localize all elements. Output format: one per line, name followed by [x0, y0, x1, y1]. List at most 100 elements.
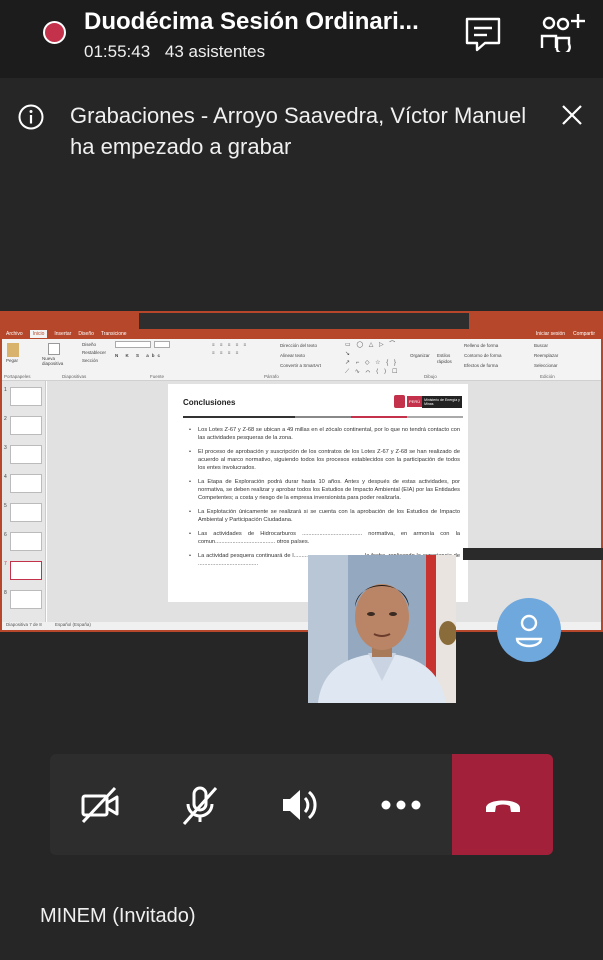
slide-bullet: La Explotación únicamente se realizará s… [188, 508, 460, 524]
ppt-share: Compartir [573, 331, 595, 337]
camera-off-icon [81, 786, 119, 823]
ppt-group-editing: Edición [540, 374, 555, 379]
attendee-count: 43 asistentes [164, 42, 266, 61]
ppt-quick-styles: Estilos rápidos [437, 353, 452, 364]
recording-banner: Grabaciones - Arroyo Saavedra, Víctor Ma… [0, 82, 603, 172]
ppt-group-paragraph: Párrafo [264, 374, 279, 379]
slide-bullets: Los Lotes Z-67 y Z-68 se ubican a 49 mil… [188, 426, 460, 574]
call-controls [50, 754, 553, 855]
thumb-number: 7 [4, 561, 7, 567]
ppt-ribbon-tabs: Archivo Inicio Insertar Diseño Transicio… [2, 329, 601, 339]
share-overlay [463, 548, 603, 560]
info-icon [18, 104, 44, 130]
speaker-icon [283, 789, 317, 820]
more-icon [381, 800, 421, 809]
ppt-group-slides: Diapositivas [62, 374, 87, 379]
ppt-paste: Pegar [6, 341, 19, 363]
meeting-info: 01:55:43 43 asistentes [84, 42, 275, 62]
ppt-tab-archivo: Archivo [6, 331, 23, 337]
mic-off-icon [182, 786, 218, 825]
meeting-title[interactable]: Duodécima Sesión Ordinari... [84, 8, 434, 36]
logo-ministry: Ministerio de Energía y Minas [422, 395, 463, 408]
ppt-text-group: Dirección del texto Alinear texto Conver… [280, 341, 321, 371]
speaker-button[interactable] [250, 754, 350, 855]
ppt-tab-transiciones: Transicione [100, 331, 127, 337]
camera-toggle-button[interactable] [50, 754, 150, 855]
add-people-icon[interactable] [538, 12, 586, 52]
participant-video[interactable] [308, 555, 456, 703]
slide-thumbnail [10, 503, 42, 522]
ppt-group-font: Fuente [150, 374, 165, 379]
ppt-slide-counter: Diapositiva 7 de 8 [6, 622, 42, 627]
thumb-number: 8 [4, 590, 7, 596]
slide-bullet: Los Lotes Z-67 y Z-68 se ubican a 49 mil… [188, 426, 460, 442]
ppt-tab-inicio: Inicio [29, 330, 48, 338]
ppt-editing-group: Buscar Reemplazar Seleccionar [534, 341, 558, 371]
ppt-shape-effects: Efectos de forma [464, 363, 499, 368]
ppt-new-slide-label: Nueva diapositiva [42, 356, 64, 366]
peru-shield-icon [394, 395, 405, 408]
self-participant-name: MINEM (Invitado) [40, 905, 196, 927]
ppt-paste-label: Pegar [6, 358, 19, 363]
ppt-select: Seleccionar [534, 363, 558, 368]
ppt-titlebar [2, 313, 601, 337]
ppt-shapes-gallery: ▭ ◯ △ ▷ ⌒ ↘ ↗ ⌐ ◇ ☆ { } ⟋ ∿ ⌒ ⟨ ⟩ ☐ [345, 342, 400, 375]
thumb-number: 3 [4, 445, 7, 451]
slide-divider [183, 416, 463, 418]
slide-thumbnail [10, 532, 42, 551]
ppt-font-group: N K S abc [115, 341, 171, 358]
ppt-align-text: Alinear texto [280, 353, 306, 358]
teams-meeting-screen: Duodécima Sesión Ordinari... 01:55:43 43… [0, 0, 603, 960]
ppt-reset: Restablecer [82, 350, 107, 355]
ppt-layout: Diseño [82, 342, 97, 347]
ppt-find: Buscar [534, 343, 549, 348]
participant-avatar[interactable] [497, 598, 561, 662]
recording-indicator-icon [43, 21, 66, 44]
hang-up-icon [485, 800, 520, 812]
slide-thumbnail [10, 387, 42, 406]
slide-thumbnail [10, 445, 42, 464]
slide-thumbnail-selected [10, 561, 42, 580]
ppt-tab-insertar: Insertar [54, 331, 72, 337]
ppt-ribbon: Pegar Nueva diapositiva Diseño Restablec… [2, 339, 601, 381]
ppt-shape-outline: Contorno de forma [464, 353, 502, 358]
ppt-arrange: Organizar [410, 353, 430, 358]
ppt-new-slide: Nueva diapositiva [42, 341, 68, 366]
person-icon [515, 614, 543, 648]
ppt-shape-fill: Relleno de forma [464, 343, 499, 348]
slide-thumbnail [10, 590, 42, 609]
ppt-smartart: Convertir a SmartArt [280, 363, 322, 368]
ppt-shape-format: Relleno de forma Contorno de forma Efect… [464, 341, 502, 371]
ppt-group-clipboard: Portapapeles [4, 374, 31, 379]
more-options-button[interactable] [351, 754, 451, 855]
recording-banner-text: Grabaciones - Arroyo Saavedra, Víctor Ma… [70, 103, 527, 159]
ppt-language: Español (España) [55, 622, 91, 627]
slide-thumbnail [10, 416, 42, 435]
thumb-number: 2 [4, 416, 7, 422]
ppt-section: Sección [82, 358, 99, 363]
ppt-paragraph-group: ≡ ≡ ≡ ≡ ≡ ≡ ≡ ≡ ≡ [212, 342, 249, 355]
minem-logo: PERÚ Ministerio de Energía y Minas [394, 393, 466, 410]
slide-bullet: Las actividades de Hidrocarburos .......… [188, 530, 460, 546]
mic-toggle-button[interactable] [150, 754, 250, 855]
chat-icon[interactable] [463, 14, 503, 54]
meeting-duration: 01:55:43 [84, 42, 151, 61]
thumb-number: 6 [4, 532, 7, 538]
ppt-tab-diseno: Diseño [78, 331, 94, 337]
thumb-number: 1 [4, 387, 7, 393]
ppt-layout-group: Diseño Restablecer Sección [82, 341, 106, 365]
logo-peru: PERÚ [407, 396, 423, 407]
slide-bullet: El proceso de aprobación y suscripción d… [188, 448, 460, 472]
thumb-number: 5 [4, 503, 7, 509]
thumb-number: 4 [4, 474, 7, 480]
close-icon[interactable] [561, 104, 583, 126]
hang-up-button[interactable] [452, 754, 553, 855]
slide-bullet: La Etapa de Exploración podrá durar hast… [188, 478, 460, 502]
ppt-text-direction: Dirección del texto [280, 343, 318, 348]
slide-thumbnail [10, 474, 42, 493]
ppt-replace: Reemplazar [534, 353, 559, 358]
meeting-header: Duodécima Sesión Ordinari... 01:55:43 43… [0, 0, 603, 78]
shared-screen: Archivo Inicio Insertar Diseño Transicio… [0, 311, 603, 632]
slide-title: Conclusiones [183, 398, 236, 407]
ppt-slide-thumbnails: 1 2 3 4 5 6 7 8 [2, 381, 46, 625]
